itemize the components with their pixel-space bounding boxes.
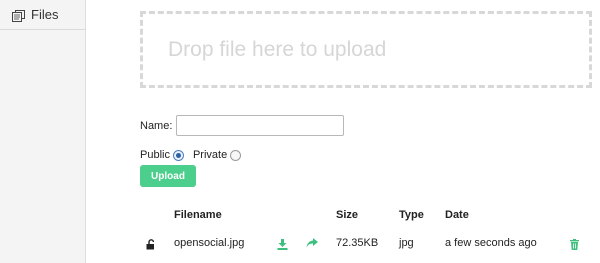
type-cell: jpg: [399, 237, 414, 249]
share-icon[interactable]: [306, 236, 318, 254]
trash-icon[interactable]: [570, 237, 579, 255]
unlocked-icon[interactable]: [146, 237, 156, 255]
upload-button[interactable]: Upload: [140, 165, 196, 187]
column-header-date: Date: [445, 209, 469, 221]
public-label: Public: [140, 148, 170, 161]
sidebar: Files: [0, 0, 86, 263]
sidebar-item-label: Files: [31, 7, 59, 22]
column-header-filename: Filename: [174, 209, 222, 221]
name-label: Name:: [140, 119, 173, 132]
download-icon[interactable]: [277, 237, 288, 255]
private-radio[interactable]: [230, 150, 242, 161]
column-header-size: Size: [336, 209, 359, 221]
public-radio[interactable]: [172, 150, 184, 161]
dropzone-text: Drop file here to upload: [168, 37, 387, 61]
visibility-options: Public Private: [140, 148, 250, 161]
sidebar-item-files[interactable]: Files: [0, 0, 85, 30]
name-input[interactable]: [176, 115, 345, 136]
column-header-type: Type: [399, 209, 424, 221]
name-row: Name:: [140, 115, 345, 136]
filename-cell: opensocial.jpg: [174, 237, 245, 249]
app: Files Drop file here to upload Name: Pub…: [0, 0, 600, 263]
date-cell: a few seconds ago: [445, 237, 537, 249]
size-cell: 72.35KB: [336, 237, 379, 249]
file-dropzone[interactable]: Drop file here to upload: [140, 11, 592, 88]
private-label: Private: [192, 148, 228, 161]
table-row: opensocial.jpg 72.35KB jpg a few seconds…: [140, 230, 592, 255]
files-icon: [12, 9, 26, 22]
